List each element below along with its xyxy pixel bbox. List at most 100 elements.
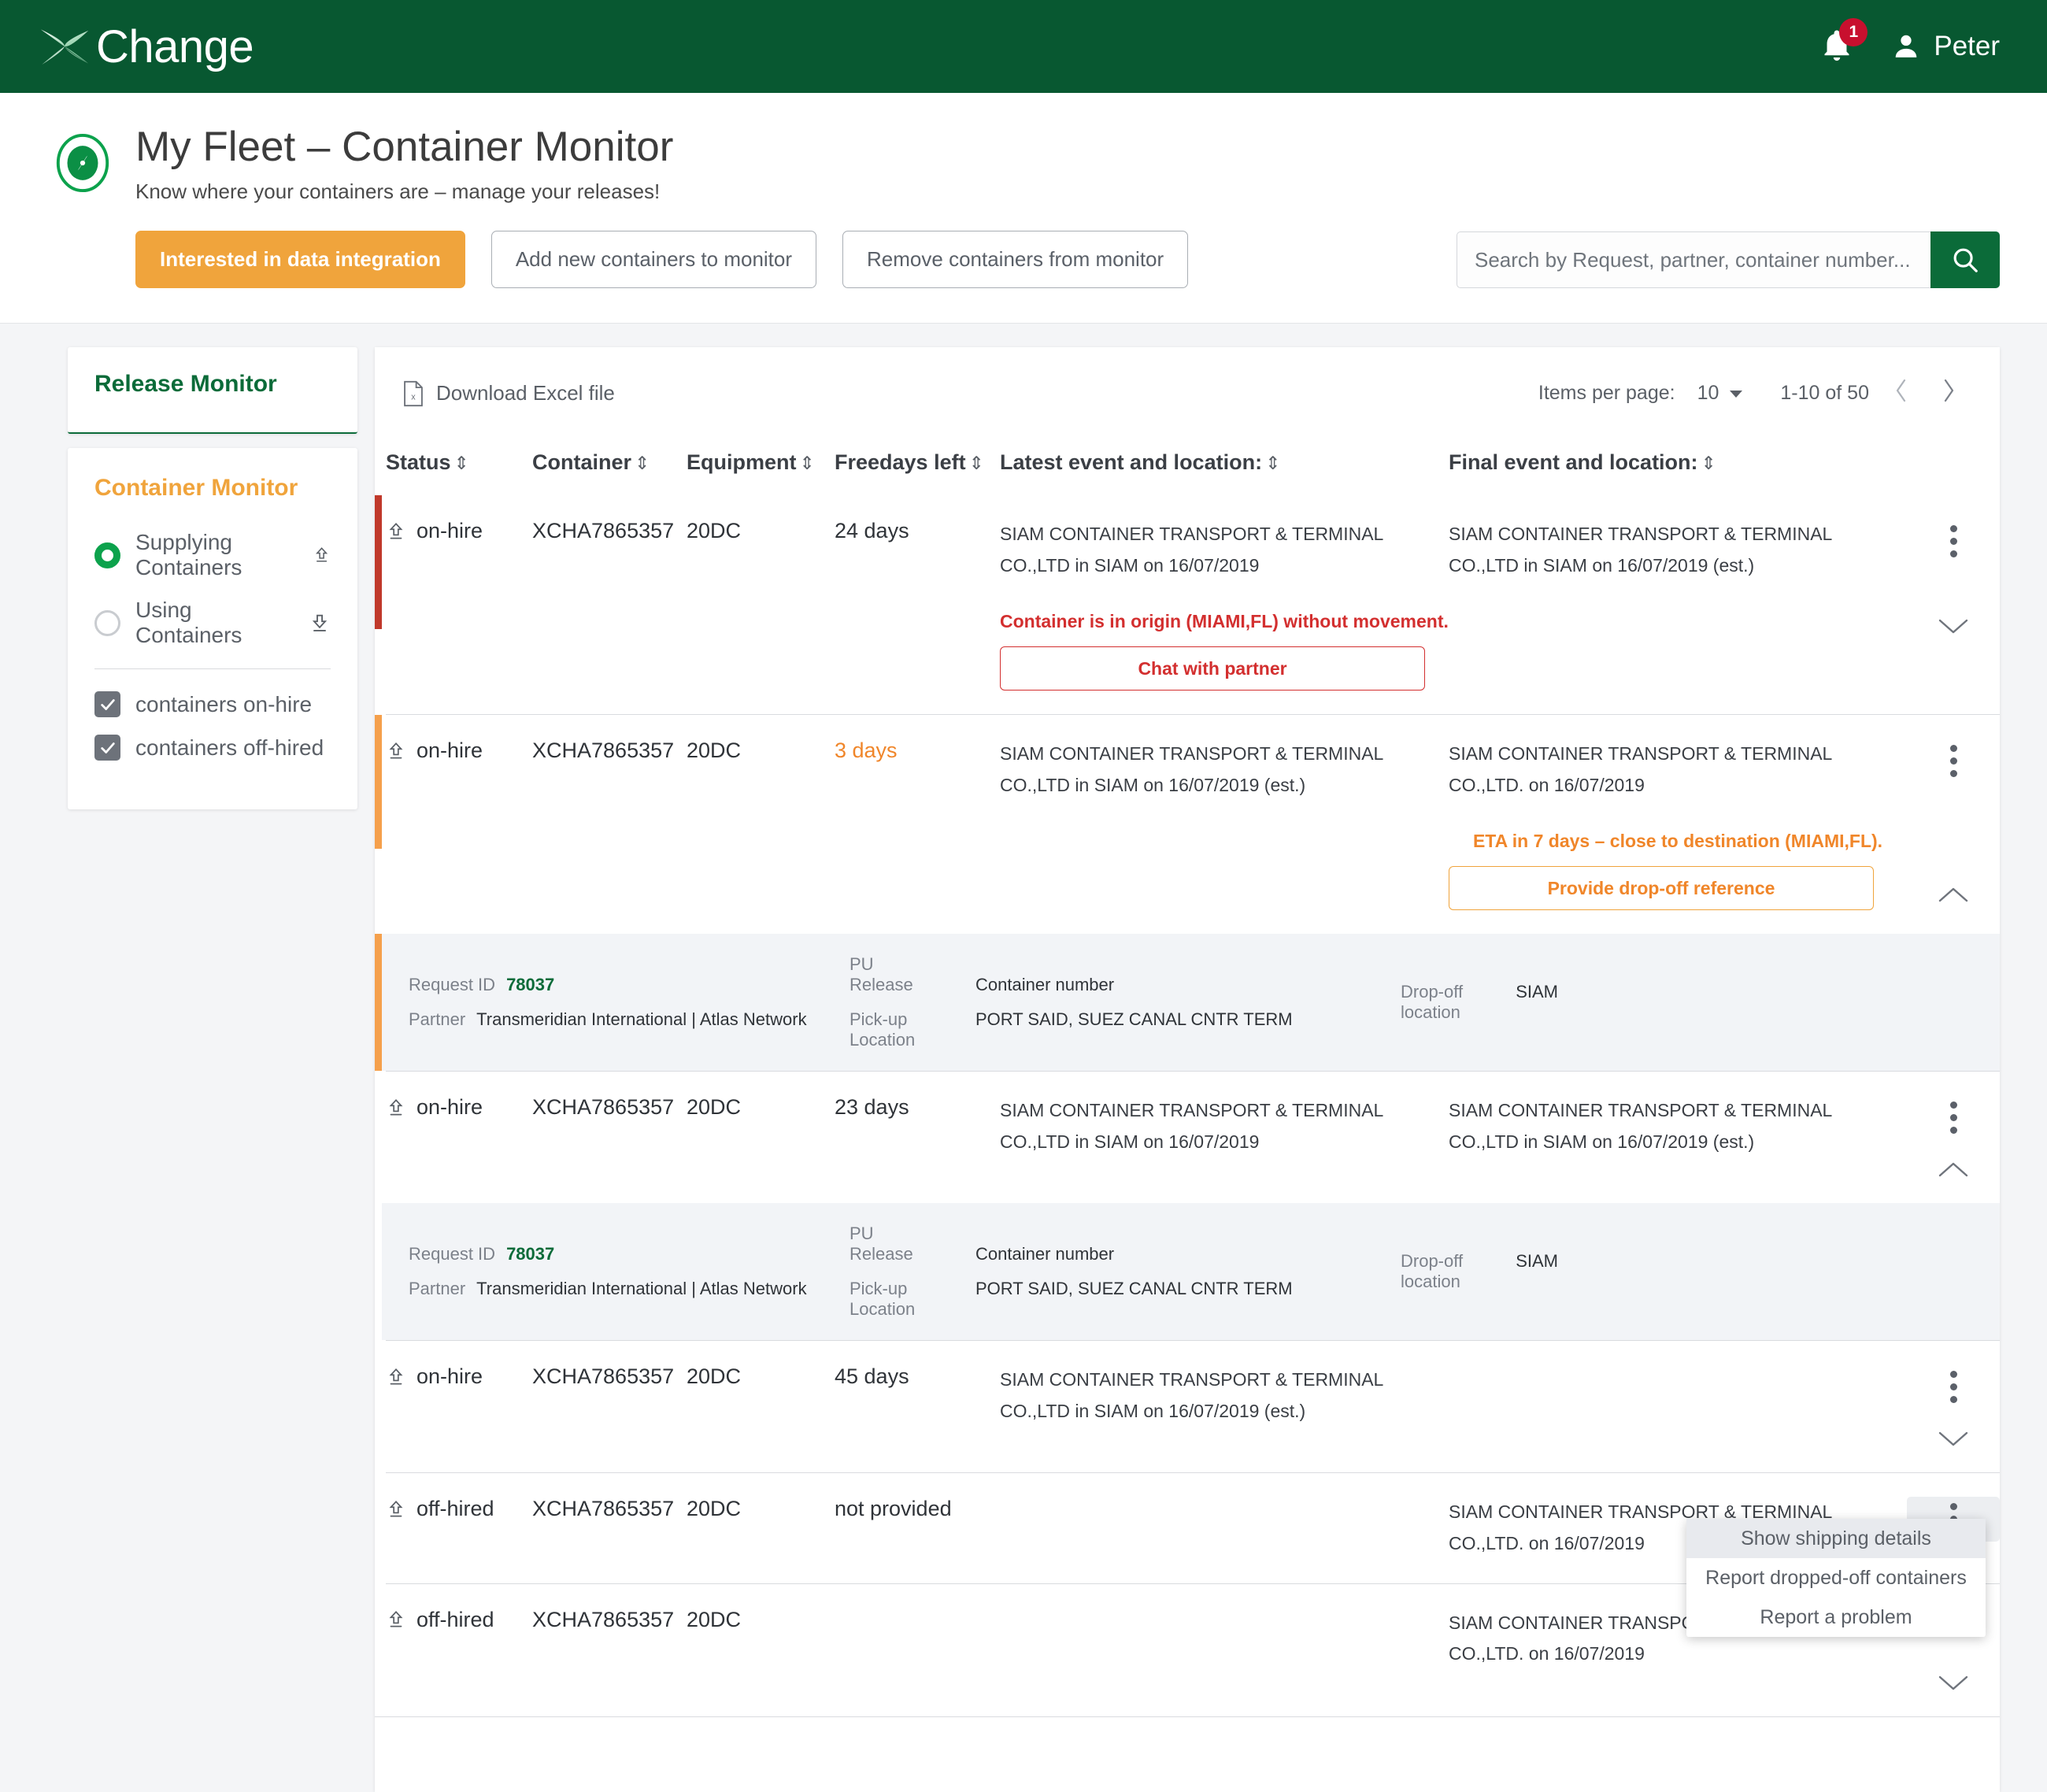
column-header-final-event[interactable]: Final event and location:⇕ — [1449, 433, 1907, 495]
release-monitor-label: Release Monitor — [94, 371, 331, 398]
remove-containers-button[interactable]: Remove containers from monitor — [842, 231, 1188, 288]
column-header-latest-event[interactable]: Latest event and location:⇕ — [1000, 433, 1449, 495]
table-row[interactable]: on-hire XCHA7865357 20DC 24 days SIAM CO… — [375, 495, 2000, 715]
sidebar-item-release-monitor[interactable]: Release Monitor — [68, 347, 357, 434]
menu-item-report-dropped-off-containers[interactable]: Report dropped-off containers — [1686, 1558, 1986, 1598]
detail-value-container-number: Container number — [975, 975, 1114, 995]
cell-actions — [1907, 1341, 2000, 1473]
freedays-value: 3 days — [835, 739, 898, 762]
compass-icon — [52, 132, 113, 194]
cell-latest-event: SIAM CONTAINER TRANSPORT & TERMINAL CO.,… — [1000, 715, 1449, 935]
user-menu[interactable]: Peter — [1891, 31, 2000, 62]
detail-value-request-id[interactable]: 78037 — [506, 1244, 554, 1264]
radio-supplying-containers[interactable]: Supplying Containers — [94, 530, 331, 580]
detail-key-dropoff-location: Drop-off location — [1401, 1251, 1492, 1292]
column-header-equipment[interactable]: Equipment⇕ — [687, 433, 835, 495]
pagination-next-button[interactable] — [1934, 377, 1964, 409]
row-expand-toggle[interactable] — [1907, 1672, 2000, 1693]
row-menu-button[interactable] — [1907, 1095, 2000, 1140]
detail-key-dropoff-location: Drop-off location — [1401, 982, 1492, 1023]
detail-value-dropoff-location: SIAM — [1516, 982, 1558, 1002]
menu-item-report-a-problem[interactable]: Report a problem — [1686, 1598, 1986, 1637]
table-row[interactable]: off-hired XCHA7865357 20DC not provided … — [375, 1473, 2000, 1583]
cell-actions — [1907, 495, 2000, 715]
freedays-value: 23 days — [835, 1095, 909, 1119]
radio-label-using: Using Containers — [135, 598, 294, 648]
sort-updown-icon: ⇕ — [800, 453, 815, 473]
checkbox-containers-on-hire[interactable]: containers on-hire — [94, 691, 331, 717]
radio-using-containers[interactable]: Using Containers — [94, 598, 331, 648]
arrow-up-out-icon — [386, 1366, 406, 1388]
data-integration-button[interactable]: Interested in data integration — [135, 231, 465, 288]
brand-name: Change — [96, 20, 254, 73]
search-icon — [1950, 245, 1980, 275]
row-collapse-toggle[interactable] — [1907, 1159, 2000, 1179]
user-name-label: Peter — [1934, 31, 2000, 62]
row-accent-bar-cell — [375, 1473, 386, 1583]
row-collapse-toggle[interactable] — [1907, 884, 2000, 905]
cell-status: off-hired — [386, 1583, 532, 1716]
cell-actions — [1907, 715, 2000, 935]
excel-file-icon: x — [402, 380, 425, 407]
search-input[interactable] — [1457, 231, 1930, 288]
table-row[interactable]: on-hire XCHA7865357 20DC 45 days SIAM CO… — [375, 1341, 2000, 1473]
page-subtitle: Know where your containers are – manage … — [135, 180, 673, 204]
brand-logo[interactable]: Change — [36, 18, 254, 75]
table-row[interactable]: on-hire XCHA7865357 20DC 23 days SIAM CO… — [375, 1072, 2000, 1204]
cell-freedays: 23 days — [835, 1072, 1000, 1204]
provide-dropoff-reference-button[interactable]: Provide drop-off reference — [1449, 866, 1874, 910]
user-avatar-icon — [1891, 31, 1921, 62]
detail-cell: Request ID78037 PartnerTransmeridian Int… — [375, 934, 2000, 1072]
column-header-container[interactable]: Container⇕ — [532, 433, 687, 495]
cell-equipment: 20DC — [687, 1072, 835, 1204]
checkbox-containers-off-hired[interactable]: containers off-hired — [94, 735, 331, 761]
sidebar-container-monitor-panel: Container Monitor Supplying Containers U… — [68, 448, 357, 809]
row-expand-toggle[interactable] — [1907, 1428, 2000, 1449]
items-per-page-select[interactable]: 10 — [1697, 382, 1745, 405]
check-icon — [99, 696, 117, 713]
page-header: My Fleet – Container Monitor Know where … — [0, 93, 2047, 324]
table-body: on-hire XCHA7865357 20DC 24 days SIAM CO… — [375, 495, 2000, 1792]
pagination-prev-button[interactable] — [1886, 377, 1916, 409]
menu-item-show-shipping-details[interactable]: Show shipping details — [1686, 1519, 1986, 1558]
sort-updown-icon: ⇕ — [969, 453, 984, 473]
row-expand-toggle[interactable] — [1907, 616, 2000, 636]
cell-freedays: 24 days — [835, 495, 1000, 715]
cell-final-event: SIAM CONTAINER TRANSPORT & TERMINAL CO.,… — [1449, 715, 1907, 935]
row-menu-button[interactable] — [1907, 1364, 2000, 1409]
table-header: Status⇕ Container⇕ Equipment⇕ Freedays l… — [375, 433, 2000, 495]
chevron-left-icon — [1893, 377, 1910, 404]
check-icon — [99, 739, 117, 757]
page-title: My Fleet – Container Monitor — [135, 124, 673, 170]
detail-value-request-id[interactable]: 78037 — [506, 975, 554, 995]
cell-latest-event: SIAM CONTAINER TRANSPORT & TERMINAL CO.,… — [1000, 495, 1449, 715]
row-menu-button[interactable] — [1907, 519, 2000, 564]
chevron-down-icon — [1936, 616, 1971, 636]
column-header-status[interactable]: Status⇕ — [386, 433, 532, 495]
status-label: on-hire — [416, 519, 483, 543]
cell-latest-event — [1000, 1473, 1449, 1583]
download-excel-button[interactable]: x Download Excel file — [402, 380, 615, 407]
latest-event-text: SIAM CONTAINER TRANSPORT & TERMINAL CO.,… — [1000, 1095, 1425, 1157]
svg-text:x: x — [411, 392, 416, 402]
detail-group-locations: Container number PORT SAID, SUEZ CANAL C… — [975, 1244, 1401, 1299]
cell-final-event — [1449, 1341, 1907, 1473]
search-button[interactable] — [1930, 231, 2000, 288]
chat-with-partner-button[interactable]: Chat with partner — [1000, 646, 1425, 691]
notifications-button[interactable]: 1 — [1819, 26, 1855, 67]
cell-container: XCHA7865357 — [532, 1583, 687, 1716]
add-containers-button[interactable]: Add new containers to monitor — [491, 231, 816, 288]
column-header-freedays[interactable]: Freedays left⇕ — [835, 433, 1000, 495]
final-event-text: SIAM CONTAINER TRANSPORT & TERMINAL CO.,… — [1449, 1095, 1858, 1157]
cell-equipment: 20DC — [687, 495, 835, 715]
checkbox-indicator-checked — [94, 735, 120, 761]
table-row-spacer — [375, 1716, 2000, 1792]
status-label: on-hire — [416, 1364, 483, 1389]
column-label-status: Status — [386, 450, 451, 474]
detail-group-dropoff: Drop-off locationSIAM — [1401, 1251, 1558, 1292]
row-menu-button[interactable] — [1907, 739, 2000, 783]
table-row[interactable]: on-hire XCHA7865357 20DC 3 days SIAM CON… — [375, 715, 2000, 935]
container-monitor-label: Container Monitor — [94, 475, 331, 502]
detail-value-pickup-location: PORT SAID, SUEZ CANAL CNTR TERM — [975, 1009, 1293, 1030]
detail-key-pu-release: PU Release — [850, 954, 928, 995]
